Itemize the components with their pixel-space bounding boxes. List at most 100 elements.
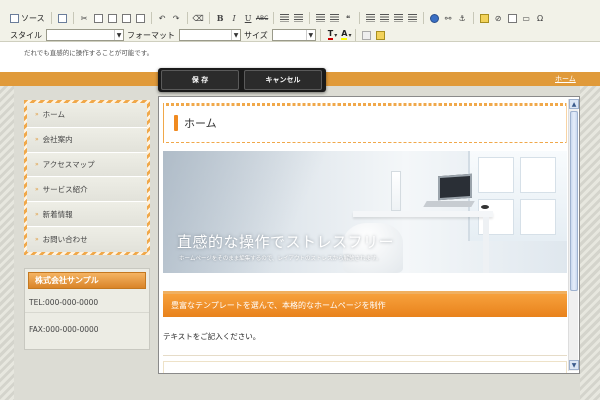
toolbar-separator [308,12,310,24]
anchor-button[interactable]: ⚓ [456,12,469,25]
horizontal-rule-button[interactable]: ▭ [520,12,533,25]
nav-item-contact[interactable]: » お問い合わせ [27,226,147,252]
bulleted-list-button[interactable] [292,12,305,25]
window-pane [478,157,514,193]
bg-color-button[interactable]: A ▾ [341,29,351,42]
company-tel: TEL:000-000-0000 [25,293,149,313]
source-icon [10,13,19,23]
align-center-button[interactable] [378,12,391,25]
paste-text-icon [121,13,131,23]
notice-text: だれでも直感的に操作することが可能です。 [24,49,154,57]
align-left-button[interactable] [364,12,377,25]
size-label: サイズ [244,30,268,40]
special-char-button[interactable]: Ω [534,12,547,25]
chevron-right-icon: » [35,136,39,144]
content-editor-frame[interactable]: ホーム 直感的な操作でストレスフリー ホームページをそのまま編集するので、レイア… [158,96,580,374]
chevron-right-icon: » [35,160,39,168]
redo-button[interactable]: ↷ [170,12,183,25]
copy-button[interactable] [92,12,105,25]
link-button[interactable] [428,12,441,25]
nav-item-label: お問い合わせ [42,234,88,244]
chevron-down-icon: ▾ [348,31,352,39]
top-home-link[interactable]: ホーム [555,74,576,84]
nav-item-company[interactable]: » 会社案内 [27,127,147,153]
chevron-down-icon: ▼ [114,30,123,40]
unlink-icon: ⚯ [444,13,452,23]
indent-button[interactable] [328,12,341,25]
cancel-button[interactable]: キャンセル [244,70,322,90]
laptop-icon [438,173,472,201]
table-button[interactable] [506,12,519,25]
nav-item-label: アクセスマップ [42,159,95,169]
unlink-button[interactable]: ⚯ [442,12,455,25]
align-justify-button[interactable] [406,12,419,25]
toolbar-separator [150,12,152,24]
style-select[interactable]: ▼ [46,29,124,41]
image-icon [479,13,489,23]
quote-icon: ❝ [345,13,351,23]
flash-button[interactable]: ⊘ [492,12,505,25]
hero-title: 直感的な操作でストレスフリー [177,233,395,251]
format-select[interactable]: ▼ [179,29,241,41]
scroll-up-icon[interactable]: ▲ [569,99,579,109]
new-page-button[interactable] [56,12,69,25]
nav-item-label: ホーム [42,110,65,120]
toolbar-separator [319,29,321,41]
nav-item-home[interactable]: » ホーム [27,103,147,128]
remove-format-button[interactable]: ⌫ [192,12,205,25]
image-button[interactable] [478,12,491,25]
hero-desk [353,211,493,217]
nav-item-news[interactable]: » 新着情報 [27,202,147,227]
page-title[interactable]: ホーム [184,115,217,131]
maximize-button[interactable] [360,29,373,42]
scroll-thumb[interactable] [570,111,578,291]
undo-button[interactable]: ↶ [156,12,169,25]
paste-text-button[interactable] [120,12,133,25]
cut-button[interactable]: ✂ [78,12,91,25]
nav-item-label: サービス紹介 [42,184,88,194]
chevron-down-icon: ▼ [231,30,240,40]
toolbar-separator [355,29,357,41]
toolbar-row-1: ソース ✂ ↶ ↷ ⌫ B I U ABC ❝ ⚯ ⚓ ⊘ ▭ Ω [8,10,547,26]
hero-image[interactable]: 直感的な操作でストレスフリー ホームページをそのまま編集するので、レイアウトのス… [163,151,567,273]
source-button[interactable]: ソース [8,12,47,25]
style-label: スタイル [10,30,42,40]
hero-lamp [391,171,401,211]
outdent-button[interactable] [314,12,327,25]
special-char-icon: Ω [537,13,544,23]
paste-word-icon [135,13,145,23]
nav-item-access[interactable]: » アクセスマップ [27,152,147,178]
action-bar: 保 存 キャンセル [158,68,326,92]
align-right-icon [393,14,403,22]
new-page-icon [57,13,67,23]
nav-item-services[interactable]: » サービス紹介 [27,177,147,203]
format-label: フォーマット [127,30,175,40]
italic-button[interactable]: I [228,12,241,25]
paste-word-button[interactable] [134,12,147,25]
page-heading-box: ホーム [163,103,567,143]
window-pane [520,157,556,193]
save-button[interactable]: 保 存 [161,70,239,90]
link-icon [429,13,439,23]
bold-button[interactable]: B [214,12,227,25]
scroll-down-icon[interactable]: ▼ [569,360,579,370]
copy-icon [93,13,103,23]
toolbar-separator [272,12,274,24]
text-color-button[interactable]: T ▾ [327,29,337,42]
hero-desk-leg [483,217,489,273]
undo-icon: ↶ [158,13,166,23]
chevron-right-icon: » [35,185,39,193]
body-text[interactable]: テキストをご記入ください。 [163,331,260,342]
align-right-button[interactable] [392,12,405,25]
size-select[interactable]: ▼ [271,29,316,41]
paste-button[interactable] [106,12,119,25]
toolbar-separator [186,12,188,24]
underline-button[interactable]: U [242,12,255,25]
nav-item-label: 新着情報 [42,209,73,219]
vertical-scrollbar[interactable]: ▲ ▼ [568,99,579,371]
strike-button[interactable]: ABC [256,12,269,25]
numbered-list-button[interactable] [278,12,291,25]
template-banner[interactable]: 豊富なテンプレートを選んで、本格的なホームページを制作 [163,291,567,317]
show-blocks-button[interactable] [374,29,387,42]
blockquote-button[interactable]: ❝ [342,12,355,25]
